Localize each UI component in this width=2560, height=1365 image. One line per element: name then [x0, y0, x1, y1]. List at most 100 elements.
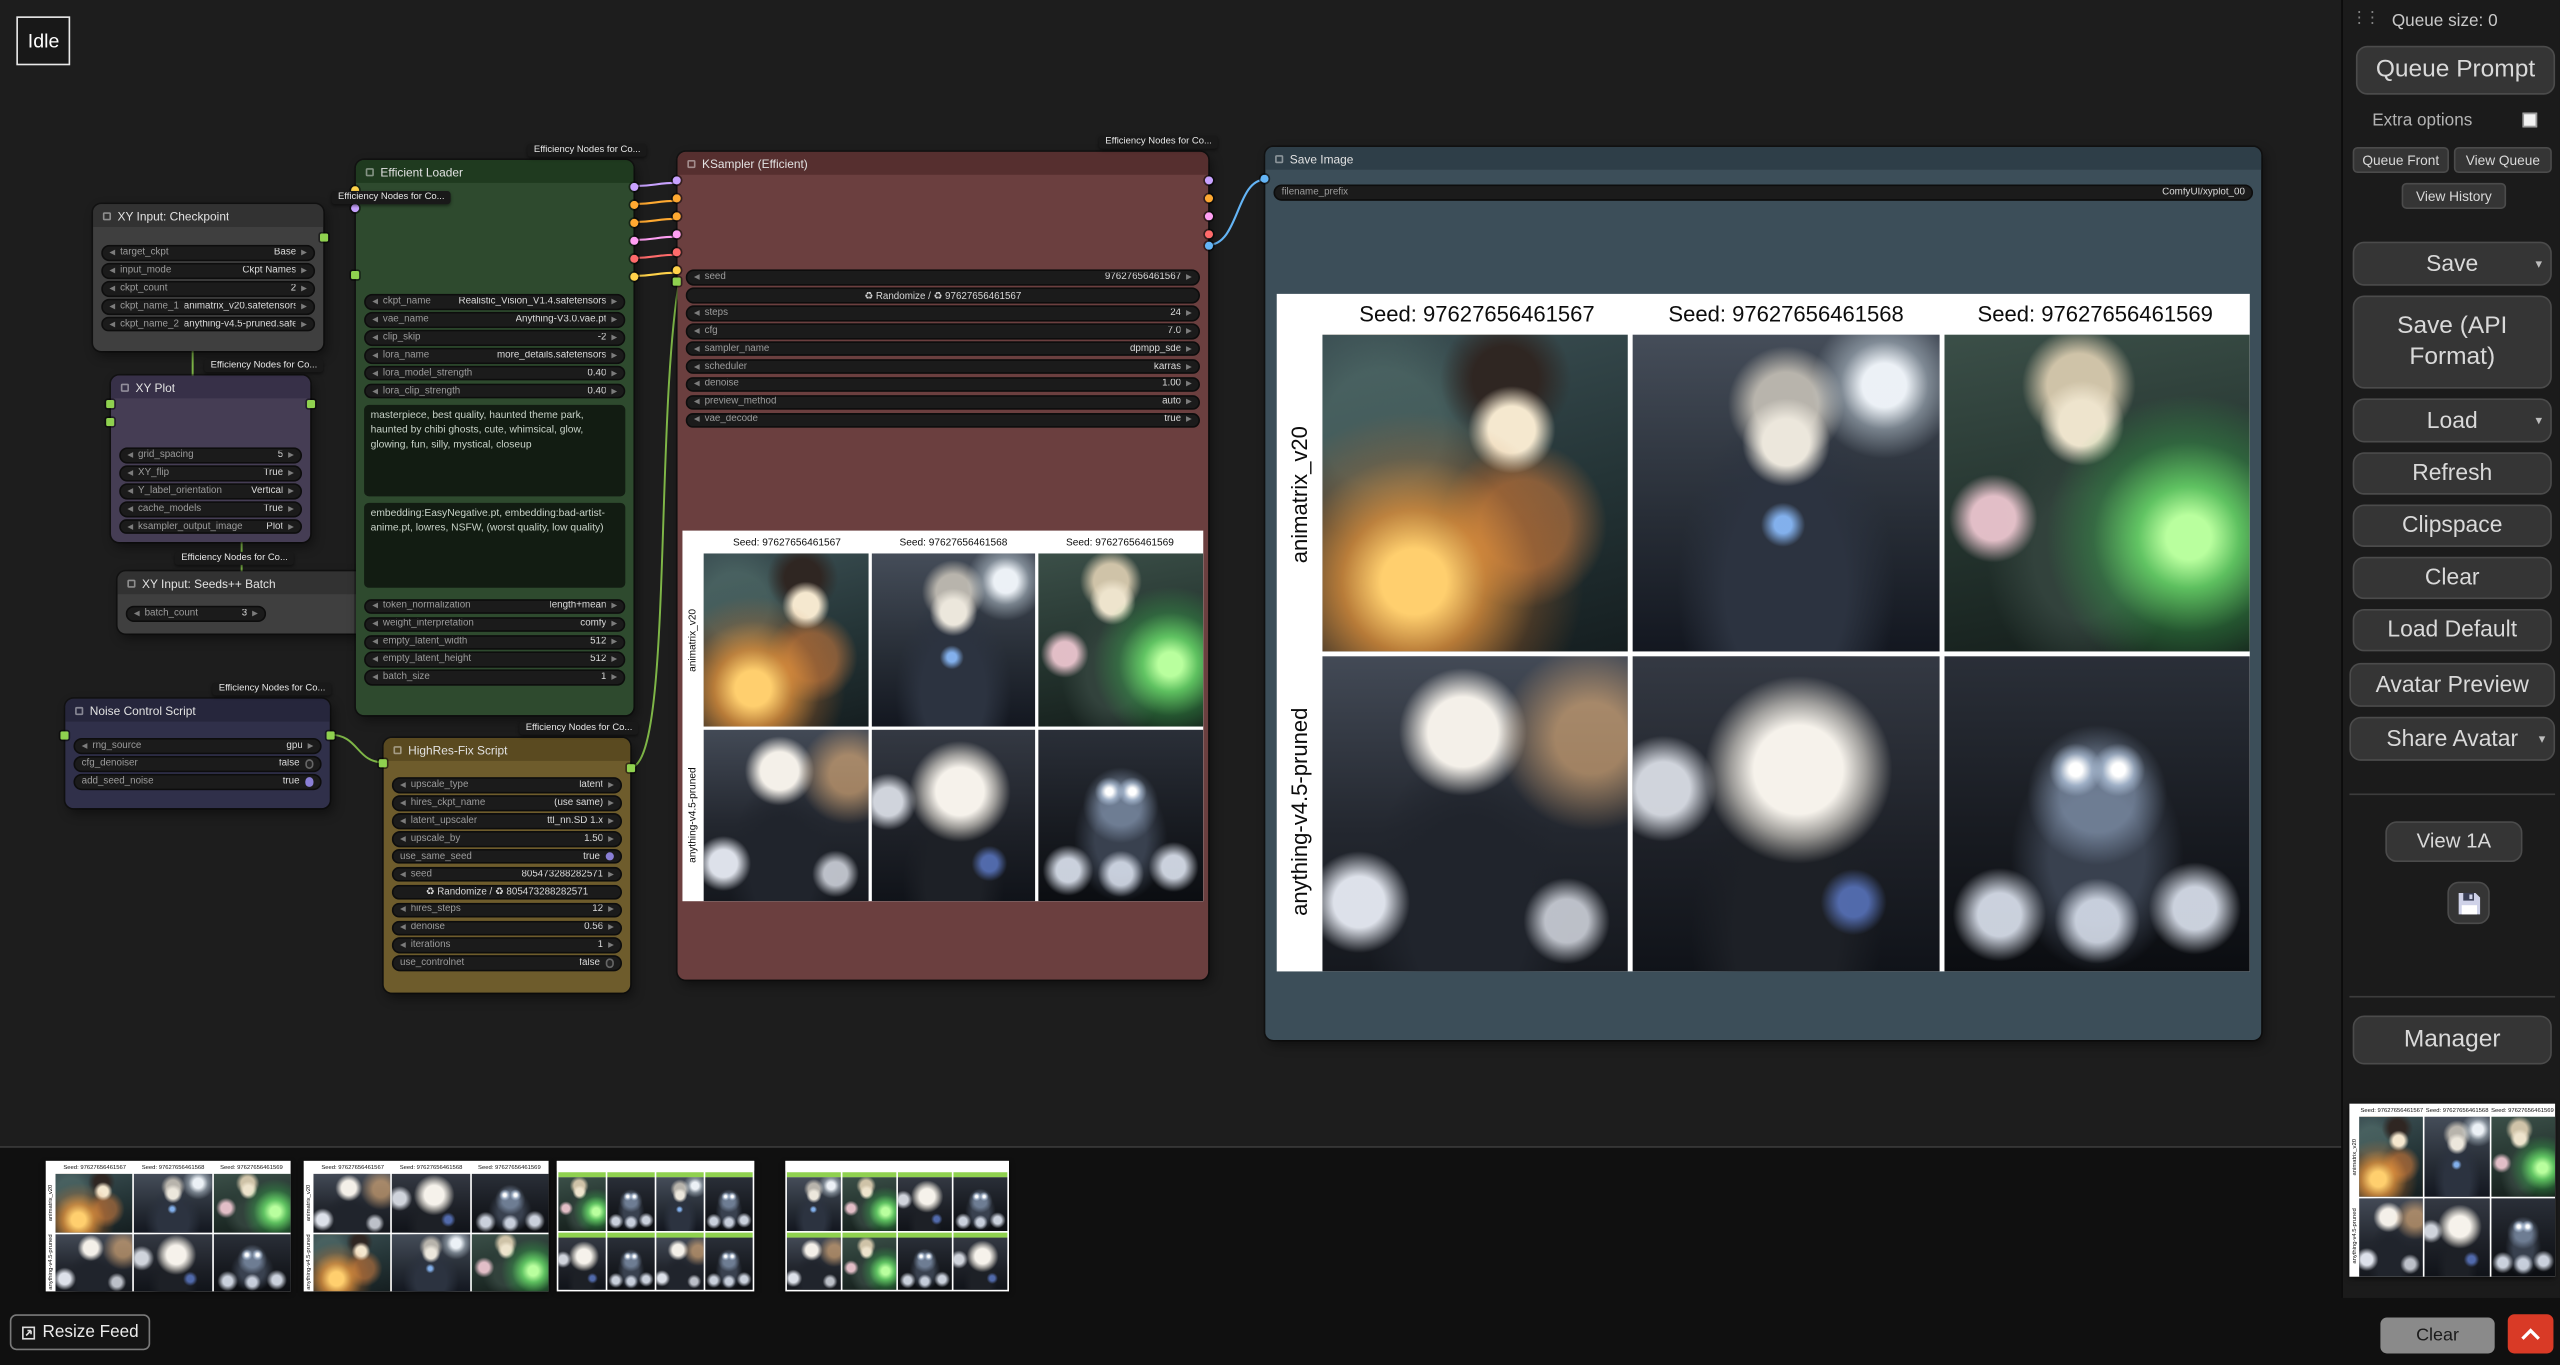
node-header[interactable]: KSampler (Efficient)	[678, 152, 1209, 175]
widget-ckpt_name_1[interactable]: ◀ckpt_name_1animatrix_v20.safetensors▶	[101, 299, 315, 315]
widget-sampler_name[interactable]: ◀sampler_namedpmpp_sde▶	[686, 341, 1200, 357]
feed-thumbnail[interactable]: Seed: 97627656461567 Seed: 9762765646156…	[46, 1161, 291, 1292]
widget-batch_count[interactable]: ◀batch_count3▶	[126, 606, 266, 622]
widget-vae_decode[interactable]: ◀vae_decodetrue▶	[686, 412, 1200, 428]
output-slot-image[interactable]	[1205, 242, 1213, 250]
output-slot-script[interactable]	[627, 764, 635, 772]
input-slot-script[interactable]	[60, 731, 68, 739]
increment-arrow-icon[interactable]: ▶	[288, 469, 294, 479]
increment-arrow-icon[interactable]: ▶	[611, 655, 617, 665]
collapse-icon[interactable]	[103, 211, 111, 219]
input-slot-cnet-stack[interactable]	[351, 204, 359, 212]
increment-arrow-icon[interactable]: ▶	[611, 602, 617, 612]
collapse-icon[interactable]	[75, 706, 83, 714]
decrement-arrow-icon[interactable]: ◀	[694, 362, 700, 372]
output-slot-latent[interactable]	[1205, 212, 1213, 220]
widget-use_controlnet[interactable]: use_controlnetfalse	[392, 956, 622, 972]
dropdown-arrow-icon[interactable]: ▾	[2539, 731, 2546, 747]
decrement-arrow-icon[interactable]: ◀	[372, 619, 378, 629]
dropdown-arrow-icon[interactable]: ▾	[2535, 412, 2542, 428]
decrement-arrow-icon[interactable]: ◀	[109, 266, 115, 276]
output-slot-conditioning-negative[interactable]	[630, 219, 638, 227]
decrement-arrow-icon[interactable]: ◀	[82, 741, 88, 751]
input-slot-positive[interactable]	[673, 194, 681, 202]
node-noise-control-script[interactable]: Noise Control Script ◀rng_sourcegpu▶cfg_…	[65, 699, 329, 808]
decrement-arrow-icon[interactable]: ◀	[109, 248, 115, 258]
input-slot-latent-image[interactable]	[673, 230, 681, 238]
decrement-arrow-icon[interactable]: ◀	[400, 781, 406, 791]
widget-upscale_by[interactable]: ◀upscale_by1.50▶	[392, 831, 622, 847]
decrement-arrow-icon[interactable]: ◀	[372, 673, 378, 683]
collapse-feed-button[interactable]	[2508, 1314, 2554, 1353]
decrement-arrow-icon[interactable]: ◀	[400, 816, 406, 826]
widget-lora_model_strength[interactable]: ◀lora_model_strength0.40▶	[364, 366, 625, 382]
output-slot-model[interactable]	[1205, 176, 1213, 184]
output-slot-xy[interactable]	[320, 233, 328, 241]
widget-ckpt_name[interactable]: ◀ckpt_nameRealistic_Vision_V1.4.safetens…	[364, 295, 625, 311]
increment-arrow-icon[interactable]: ▶	[608, 941, 614, 951]
decrement-arrow-icon[interactable]: ◀	[109, 320, 115, 330]
increment-arrow-icon[interactable]: ▶	[288, 486, 294, 496]
node-save-image[interactable]: Save Image filename_prefixComfyUI/xyplot…	[1265, 147, 2261, 1040]
feed-thumbnail[interactable]: Seed: 97627656461567 Seed: 9762765646156…	[304, 1161, 549, 1292]
decrement-arrow-icon[interactable]: ◀	[400, 834, 406, 844]
collapse-icon[interactable]	[121, 383, 129, 391]
increment-arrow-icon[interactable]: ▶	[1186, 273, 1192, 283]
increment-arrow-icon[interactable]: ▶	[611, 333, 617, 343]
widget-token_normalization[interactable]: ◀token_normalizationlength+mean▶	[364, 599, 625, 615]
increment-arrow-icon[interactable]: ▶	[608, 816, 614, 826]
decrement-arrow-icon[interactable]: ◀	[109, 284, 115, 294]
node-header[interactable]: XY Input: Checkpoint	[93, 204, 323, 227]
increment-arrow-icon[interactable]: ▶	[611, 386, 617, 396]
widget-steps[interactable]: ◀steps24▶	[686, 306, 1200, 322]
increment-arrow-icon[interactable]: ▶	[301, 248, 307, 258]
toggle-knob[interactable]	[304, 760, 313, 769]
decrement-arrow-icon[interactable]: ◀	[372, 297, 378, 307]
node-ksampler-efficient[interactable]: KSampler (Efficient) ◀seed97627656461567…	[678, 152, 1209, 980]
load-default-button[interactable]: Load Default	[2353, 609, 2552, 651]
decrement-arrow-icon[interactable]: ◀	[694, 415, 700, 425]
node-header[interactable]: HighRes-Fix Script	[384, 738, 631, 761]
widget-scheduler[interactable]: ◀schedulerkarras▶	[686, 359, 1200, 375]
output-slot-vae[interactable]	[630, 255, 638, 263]
output-slot-conditioning[interactable]	[1205, 194, 1213, 202]
collapse-icon[interactable]	[127, 579, 135, 587]
increment-arrow-icon[interactable]: ▶	[308, 741, 314, 751]
input-slot-clip[interactable]	[673, 266, 681, 274]
node-xy-plot[interactable]: XY Plot ◀grid_spacing5▶◀XY_flipTrue▶◀Y_l…	[111, 376, 310, 543]
increment-arrow-icon[interactable]: ▶	[1186, 362, 1192, 372]
refresh-button[interactable]: Refresh	[2353, 452, 2552, 494]
decrement-arrow-icon[interactable]: ◀	[127, 469, 133, 479]
menu-drag-handle[interactable]: ⋮⋮	[2351, 10, 2377, 28]
increment-arrow-icon[interactable]: ▶	[288, 522, 294, 532]
clear-feed-button[interactable]: Clear	[2380, 1318, 2494, 1354]
positive-prompt-textarea[interactable]: masterpiece, best quality, haunted theme…	[364, 405, 625, 496]
feed-thumbnail[interactable]	[557, 1161, 755, 1292]
node-highres-fix-script[interactable]: HighRes-Fix Script ◀upscale_typelatent▶◀…	[384, 738, 631, 993]
output-slot-script[interactable]	[307, 400, 315, 408]
increment-arrow-icon[interactable]: ▶	[611, 297, 617, 307]
avatar-preview-button[interactable]: Avatar Preview	[2349, 663, 2555, 707]
negative-prompt-textarea[interactable]: embedding:EasyNegative.pt, embedding:bad…	[364, 503, 625, 588]
increment-arrow-icon[interactable]: ▶	[252, 609, 258, 619]
input-slot-x[interactable]	[106, 400, 114, 408]
widget-filename_prefix[interactable]: filename_prefixComfyUI/xyplot_00	[1273, 185, 2253, 201]
decrement-arrow-icon[interactable]: ◀	[372, 602, 378, 612]
increment-arrow-icon[interactable]: ▶	[1186, 326, 1192, 336]
increment-arrow-icon[interactable]: ▶	[611, 368, 617, 378]
node-header[interactable]: Noise Control Script	[65, 699, 329, 722]
share-avatar-button[interactable]: Share Avatar ▾	[2349, 717, 2555, 761]
increment-arrow-icon[interactable]: ▶	[611, 637, 617, 647]
increment-arrow-icon[interactable]: ▶	[1186, 308, 1192, 318]
increment-arrow-icon[interactable]: ▶	[288, 504, 294, 514]
decrement-arrow-icon[interactable]: ◀	[694, 326, 700, 336]
output-slot-clip[interactable]	[630, 273, 638, 281]
increment-arrow-icon[interactable]: ▶	[301, 320, 307, 330]
resize-feed-button[interactable]: Resize Feed	[10, 1314, 150, 1350]
collapse-icon[interactable]	[393, 745, 401, 753]
save-button[interactable]: Save ▾	[2353, 242, 2552, 286]
view-1a-button[interactable]: View 1A	[2385, 821, 2522, 862]
decrement-arrow-icon[interactable]: ◀	[400, 870, 406, 880]
widget-vae_name[interactable]: ◀vae_nameAnything-V3.0.vae.pt▶	[364, 312, 625, 328]
widget-denoise[interactable]: ◀denoise1.00▶	[686, 377, 1200, 393]
